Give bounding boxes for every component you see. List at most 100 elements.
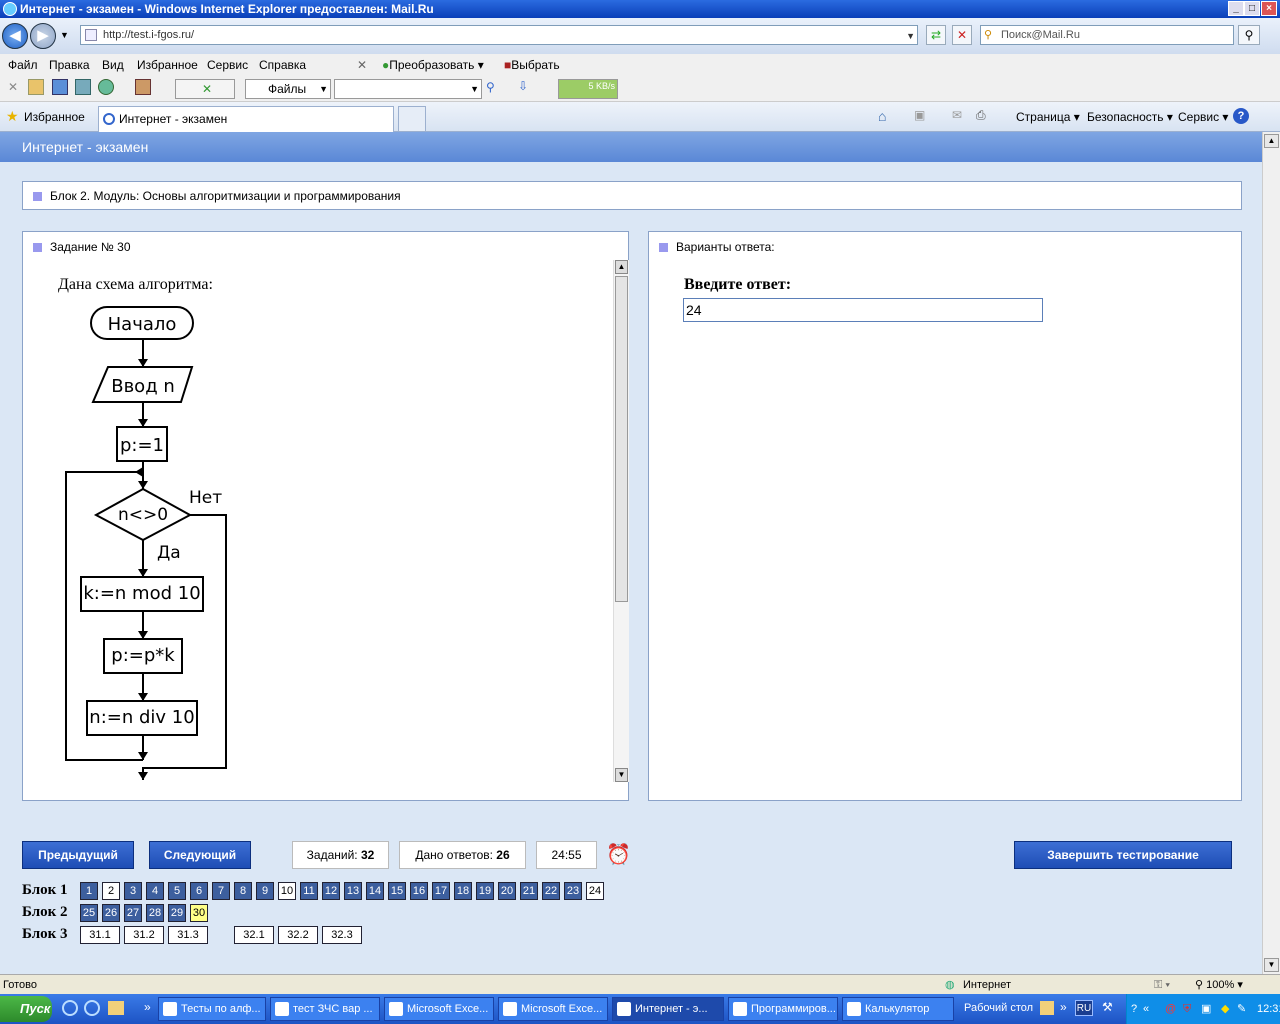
question-22-button[interactable]: 22 [542,882,560,900]
maximize-button[interactable]: □ [1244,1,1260,16]
desktop-icon[interactable] [1040,1001,1054,1015]
question-19-button[interactable]: 19 [476,882,494,900]
folder-icon[interactable] [108,1001,124,1015]
question-32-2-button[interactable]: 32.2 [278,926,318,944]
toolbar-action-button[interactable]: ✕ [175,79,235,99]
start-button[interactable]: Пуск [0,996,52,1022]
home-icon[interactable]: ⌂ [878,108,886,124]
language-indicator[interactable]: RU [1075,1000,1093,1016]
question-9-button[interactable]: 9 [256,882,274,900]
globe-icon[interactable] [98,79,114,95]
back-button[interactable]: ◀ [2,23,28,49]
expand-icon[interactable]: » [1060,1000,1067,1014]
question-31-2-button[interactable]: 31.2 [124,926,164,944]
ie-quicklaunch-icon[interactable] [84,1000,100,1016]
question-30-button[interactable]: 30 [190,904,208,922]
question-5-button[interactable]: 5 [168,882,186,900]
stop-icon[interactable]: ✕ [952,25,972,45]
menu-view[interactable]: Вид [102,58,124,72]
files-dropdown[interactable]: Файлы ▼ [245,79,331,99]
tray-app-icon[interactable]: ◆ [1221,994,1229,1024]
search-icon[interactable]: ⚲ [486,80,495,94]
new-tab-button[interactable] [398,106,426,132]
question-25-button[interactable]: 25 [80,904,98,922]
select-button[interactable]: ■Выбрать [504,58,560,72]
download-icon[interactable]: ⇩ [518,79,528,93]
question-3-button[interactable]: 3 [124,882,142,900]
question-8-button[interactable]: 8 [234,882,252,900]
favorites-button[interactable]: Избранное [24,110,85,124]
taskbar-item[interactable]: Microsoft Exce... [384,997,494,1021]
question-20-button[interactable]: 20 [498,882,516,900]
taskbar-item[interactable]: тест ЗЧС вар ... [270,997,380,1021]
add-icon[interactable] [52,79,68,95]
antivirus-icon[interactable]: ⛨ [1183,994,1191,1024]
menu-edit[interactable]: Правка [49,58,90,72]
question-2-button[interactable]: 2 [102,882,120,900]
toolbar-search-select[interactable]: ▼ [334,79,482,99]
minimize-button[interactable]: _ [1228,1,1244,16]
question-14-button[interactable]: 14 [366,882,384,900]
question-7-button[interactable]: 7 [212,882,230,900]
close-toolbar-icon[interactable]: ✕ [8,80,18,94]
question-16-button[interactable]: 16 [410,882,428,900]
prev-button[interactable]: Предыдущий [22,841,134,869]
question-31-3-button[interactable]: 31.3 [168,926,208,944]
lock-icon[interactable]: ⚿ ▾ [1154,975,1170,995]
taskbar-item[interactable]: Интернет - э... [612,997,724,1021]
taskbar-item[interactable]: Microsoft Exce... [498,997,608,1021]
window-icon[interactable] [75,79,91,95]
menu-tools[interactable]: Сервис [207,58,248,72]
print-icon[interactable]: ⎙ [976,108,986,123]
search-input[interactable]: ⚲ Поиск@Mail.Ru [980,25,1234,45]
question-32-3-button[interactable]: 32.3 [322,926,362,944]
taskbar-item[interactable]: Программиров... [728,997,838,1021]
page-scrollbar[interactable]: ▲ ▼ [1262,132,1280,974]
ie-quicklaunch-icon[interactable] [62,1000,78,1016]
question-32-1-button[interactable]: 32.1 [234,926,274,944]
question-17-button[interactable]: 17 [432,882,450,900]
answer-input[interactable]: 24 [683,298,1043,322]
expand-icon[interactable]: « [1143,994,1149,1024]
mail-icon[interactable]: ✉ [952,108,962,122]
menu-file[interactable]: Файл [8,58,38,72]
close-button[interactable]: × [1261,1,1277,16]
question-29-button[interactable]: 29 [168,904,186,922]
network-icon[interactable]: ▣ [1201,994,1211,1024]
question-21-button[interactable]: 21 [520,882,538,900]
question-18-button[interactable]: 18 [454,882,472,900]
chevron-down-icon[interactable]: ▼ [470,80,479,98]
chevron-down-icon[interactable]: ▼ [319,80,328,98]
tab-active[interactable]: Интернет - экзамен [98,106,394,132]
scroll-up-icon[interactable]: ▲ [615,260,628,274]
rss-icon[interactable]: ▣ [914,108,925,122]
desktop-label[interactable]: Рабочий стол [964,1002,1033,1014]
question-28-button[interactable]: 28 [146,904,164,922]
tray-tool-icon[interactable]: ✎ [1237,994,1246,1024]
page-menu[interactable]: Страница ▾ [1016,110,1080,124]
scroll-down-icon[interactable]: ▼ [1264,958,1279,972]
mail-ru-icon[interactable]: @ [1165,994,1176,1024]
forward-button[interactable]: ▶ [30,23,56,49]
question-13-button[interactable]: 13 [344,882,362,900]
taskbar-item[interactable]: Калькулятор [842,997,954,1021]
question-11-button[interactable]: 11 [300,882,318,900]
question-31-1-button[interactable]: 31.1 [80,926,120,944]
star-icon[interactable]: ★ [6,108,19,125]
question-23-button[interactable]: 23 [564,882,582,900]
chevron-down-icon[interactable]: ▼ [906,27,915,45]
history-dropdown-icon[interactable]: ▼ [60,30,69,40]
close-toolbar-icon[interactable]: ✕ [357,58,367,72]
next-button[interactable]: Следующий [149,841,251,869]
convert-button[interactable]: ●Преобразовать ▾ [382,58,484,72]
finish-test-button[interactable]: Завершить тестирование [1014,841,1232,869]
tools-icon[interactable]: ⚒ [1102,1000,1113,1014]
question-26-button[interactable]: 26 [102,904,120,922]
taskbar-item[interactable]: Тесты по алф... [158,997,266,1021]
help-icon[interactable]: ? [1233,108,1249,124]
scroll-down-icon[interactable]: ▼ [615,768,628,782]
refresh-icon[interactable]: ⇄ [926,25,946,45]
search-icon[interactable]: ⚲ [1238,25,1260,45]
zoom-control[interactable]: ⚲ 100% ▾ [1195,975,1243,995]
mail-icon[interactable] [28,79,44,95]
